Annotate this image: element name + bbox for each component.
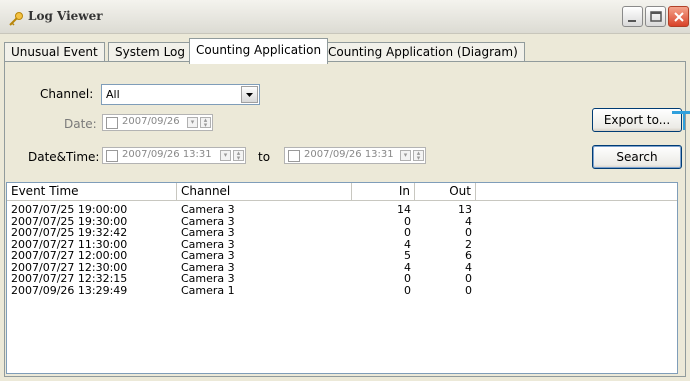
tab-counting-application[interactable]: Counting Application xyxy=(189,38,329,64)
tab-system-log[interactable]: System Log xyxy=(108,42,192,62)
cell-out: 0 xyxy=(465,283,472,297)
cell-event-time: 2007/07/27 12:32:15 xyxy=(11,272,128,285)
cell-channel: Camera 3 xyxy=(181,249,235,262)
minimize-button[interactable] xyxy=(622,6,643,27)
close-button[interactable] xyxy=(668,6,689,27)
maximize-icon xyxy=(650,11,662,22)
to-label: to xyxy=(258,150,271,164)
cell-channel: Camera 3 xyxy=(181,214,235,228)
column-header-event-time[interactable]: Event Time xyxy=(7,183,177,201)
log-viewer-window: Log Viewer Unusual Event System Log Coun… xyxy=(0,0,690,381)
cell-event-time: 2007/07/27 11:30:00 xyxy=(11,237,128,251)
table-row[interactable]: 2007/07/27 12:30:00 Camera 3 4 4 xyxy=(7,262,677,273)
cell-channel: Camera 3 xyxy=(181,237,235,251)
table-row[interactable]: 2007/07/27 11:30:00 Camera 3 4 2 xyxy=(7,239,677,250)
accent-marker xyxy=(672,111,690,114)
cell-in: 14 xyxy=(397,203,411,216)
cell-channel: Camera 3 xyxy=(181,272,235,285)
datetime-enable-checkbox[interactable] xyxy=(106,150,118,162)
cell-channel: Camera 3 xyxy=(181,203,235,216)
cell-out: 6 xyxy=(465,249,472,262)
close-icon xyxy=(674,12,684,22)
cell-in: 0 xyxy=(404,226,411,239)
cell-event-time: 2007/09/26 13:29:49 xyxy=(11,283,128,297)
cell-event-time: 2007/07/27 12:00:00 xyxy=(11,249,128,262)
channel-select[interactable]: All xyxy=(101,84,260,105)
table-row[interactable]: 2007/07/25 19:00:00 Camera 3 14 13 xyxy=(7,204,677,215)
cell-in: 0 xyxy=(404,214,411,228)
table-row[interactable]: 2007/07/27 12:00:00 Camera 3 5 6 xyxy=(7,250,677,261)
cell-out: 0 xyxy=(465,272,472,285)
chevron-down-icon[interactable]: ▾ xyxy=(400,150,411,161)
date-label: Date: xyxy=(64,117,97,131)
tab-counting-application-diagram[interactable]: Counting Application (Diagram) xyxy=(321,42,525,62)
datetime-to-checkbox[interactable] xyxy=(288,150,300,162)
cell-event-time: 2007/07/25 19:32:42 xyxy=(11,226,128,239)
column-header-out[interactable]: Out xyxy=(415,183,476,201)
cell-channel: Camera 3 xyxy=(181,226,235,239)
cell-channel: Camera 3 xyxy=(181,260,235,274)
cell-out: 4 xyxy=(465,214,472,228)
date-enable-checkbox[interactable] xyxy=(106,117,118,129)
table-row[interactable]: 2007/07/25 19:32:42 Camera 3 0 0 xyxy=(7,227,677,238)
tab-unusual-event[interactable]: Unusual Event xyxy=(4,42,105,62)
accent-marker-vertical xyxy=(683,112,685,130)
cell-event-time: 2007/07/25 19:00:00 xyxy=(11,203,128,216)
minimize-icon xyxy=(628,20,636,22)
channel-label: Channel: xyxy=(40,87,94,101)
spinner-icon[interactable]: ▴ ▾ xyxy=(413,150,424,162)
cell-out: 2 xyxy=(465,237,472,251)
cell-event-time: 2007/07/25 19:30:00 xyxy=(11,214,128,228)
search-button[interactable]: Search xyxy=(592,145,682,169)
cell-in: 4 xyxy=(404,237,411,251)
tab-strip: Unusual Event System Log Counting Applic… xyxy=(4,38,688,64)
spinner-icon[interactable]: ▴ ▾ xyxy=(233,150,244,162)
column-header-channel[interactable]: Channel xyxy=(177,183,352,201)
title-bar[interactable]: Log Viewer xyxy=(0,0,690,34)
chevron-down-icon[interactable] xyxy=(241,86,258,103)
datetime-label: Date&Time: xyxy=(28,150,100,164)
cell-out: 13 xyxy=(458,203,472,216)
list-header: Event Time Channel In Out xyxy=(7,183,677,201)
table-row[interactable]: 2007/09/26 13:29:49 Camera 1 0 0 xyxy=(7,285,677,296)
chevron-down-icon[interactable]: ▾ xyxy=(187,117,198,128)
datetime-from-picker[interactable]: 2007/09/26 13:31 ▾ ▴ ▾ xyxy=(102,147,246,164)
cell-event-time: 2007/07/27 12:30:00 xyxy=(11,260,128,274)
key-icon xyxy=(8,11,24,27)
window-title: Log Viewer xyxy=(28,9,103,23)
spinner-icon[interactable]: ▴ ▾ xyxy=(200,117,211,129)
cell-channel: Camera 1 xyxy=(181,283,235,297)
cell-in: 0 xyxy=(404,283,411,297)
datetime-to-picker[interactable]: 2007/09/26 13:31 ▾ ▴ ▾ xyxy=(284,147,426,164)
cell-in: 0 xyxy=(404,272,411,285)
table-row[interactable]: 2007/07/27 12:32:15 Camera 3 0 0 xyxy=(7,273,677,284)
date-picker[interactable]: 2007/09/26 ▾ ▴ ▾ xyxy=(102,114,213,131)
export-button[interactable]: Export to... xyxy=(592,108,682,132)
event-list[interactable]: Event Time Channel In Out 2007/07/25 19:… xyxy=(6,182,678,374)
chevron-down-icon[interactable]: ▾ xyxy=(220,150,231,161)
cell-in: 4 xyxy=(404,260,411,274)
table-row[interactable]: 2007/07/25 19:30:00 Camera 3 0 4 xyxy=(7,216,677,227)
cell-out: 0 xyxy=(465,226,472,239)
cell-out: 4 xyxy=(465,260,472,274)
column-header-in[interactable]: In xyxy=(352,183,415,201)
maximize-button[interactable] xyxy=(645,6,666,27)
cell-in: 5 xyxy=(404,249,411,262)
